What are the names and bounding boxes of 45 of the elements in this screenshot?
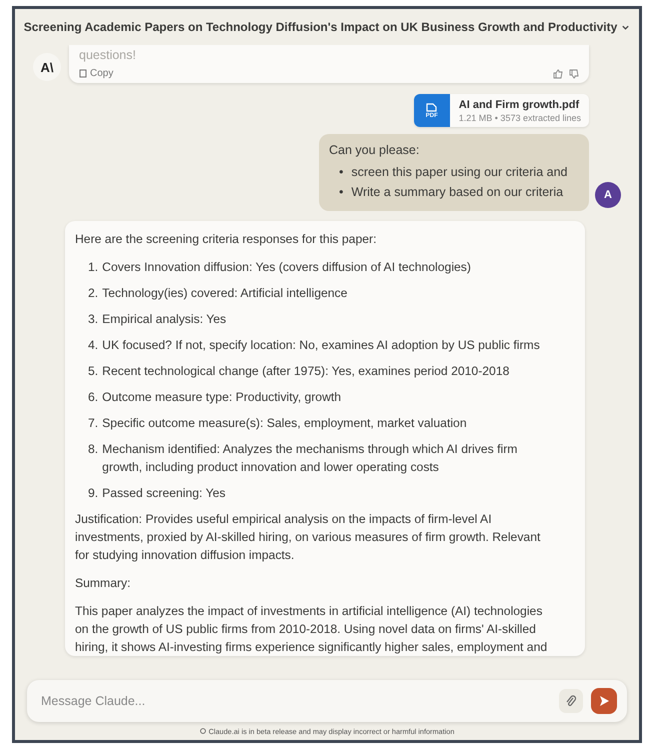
message-text-input[interactable]: Message Claude... — [39, 693, 551, 709]
message-input[interactable]: Message Claude... — [27, 680, 627, 722]
list-number: 5. — [88, 363, 98, 380]
list-number: 2. — [88, 285, 98, 302]
send-button[interactable] — [591, 688, 617, 714]
paperclip-icon — [565, 695, 577, 707]
summary-heading: Summary: — [75, 575, 132, 592]
criterion-text: Recent technological change (after 1975): Yes, examines period 2010-2018 — [102, 363, 510, 380]
message-text: questions! — [79, 47, 137, 63]
criterion-text: Outcome measure type: Productivity, growth — [102, 389, 342, 406]
file-details: 1.21 MB • 3573 extracted lines — [458, 113, 581, 123]
criterion-text: Technology(ies) covered: Artificial intelligence — [102, 285, 348, 302]
user-avatar: A — [595, 182, 621, 208]
criterion-text: Covers Innovation diffusion: Yes (covers diffusion of AI technologies) — [102, 259, 471, 276]
list-item-text: screen this paper using our criteria and — [351, 165, 568, 179]
attach-button[interactable] — [559, 689, 583, 713]
list-number: 8. — [88, 441, 98, 458]
file-name: AI and Firm growth.pdf — [458, 99, 580, 111]
criterion-text: UK focused? If not, specify location: No, examines AI adoption by US public firms — [102, 337, 540, 354]
list-number: 1. — [88, 259, 98, 276]
thumbs-up-icon[interactable] — [553, 68, 563, 78]
message-text: Can you please: — [329, 143, 420, 157]
criterion-text: Empirical analysis: Yes — [102, 311, 226, 328]
copy-icon — [79, 69, 87, 78]
criterion-text: Passed screening: Yes — [102, 485, 226, 502]
conversation-title[interactable]: Screening Academic Papers on Technology Diffusion's Impact on UK Business Growth and Productivity — [24, 20, 618, 34]
list-number: 9. — [88, 485, 98, 502]
criterion-text: Mechanism identified: Analyzes the mechanisms through which AI drives firm growth, including product innovation and lower operating costs — [102, 441, 518, 476]
send-arrow-icon — [598, 695, 610, 707]
assistant-avatar: A\ — [33, 53, 61, 81]
list-item-text: Write a summary based on our criteria — [351, 185, 564, 199]
answer-text: Here are the screening criteria responses for this paper: — [75, 231, 378, 248]
bullet: • — [339, 185, 344, 199]
summary-text: This paper analyzes the impact of investments in artificial intelligence (AI) technologies on the growth of US public firms from 2010-2018. Using novel data on firms' AI-skilled hiring, it shows AI-investing firms experience significantly higher sales, employment and — [75, 603, 548, 656]
list-number: 7. — [88, 415, 98, 432]
bullet: • — [339, 165, 344, 179]
chevron-down-icon[interactable] — [621, 22, 630, 32]
justification-text: Justification: Provides useful empirical analysis on the impacts of firm-level AI investments, proxied by AI-skilled hiring, on various measures of firm growth. Relevant for studying innovation diffusion impacts. — [75, 511, 542, 564]
copy-button[interactable]: Copy — [79, 68, 114, 79]
list-number: 3. — [88, 311, 98, 328]
info-icon — [200, 728, 206, 734]
list-number: 6. — [88, 389, 98, 406]
thumbs-down-icon[interactable] — [569, 68, 579, 78]
list-number: 4. — [88, 337, 98, 354]
criterion-text: Specific outcome measure(s): Sales, employment, market valuation — [102, 415, 467, 432]
